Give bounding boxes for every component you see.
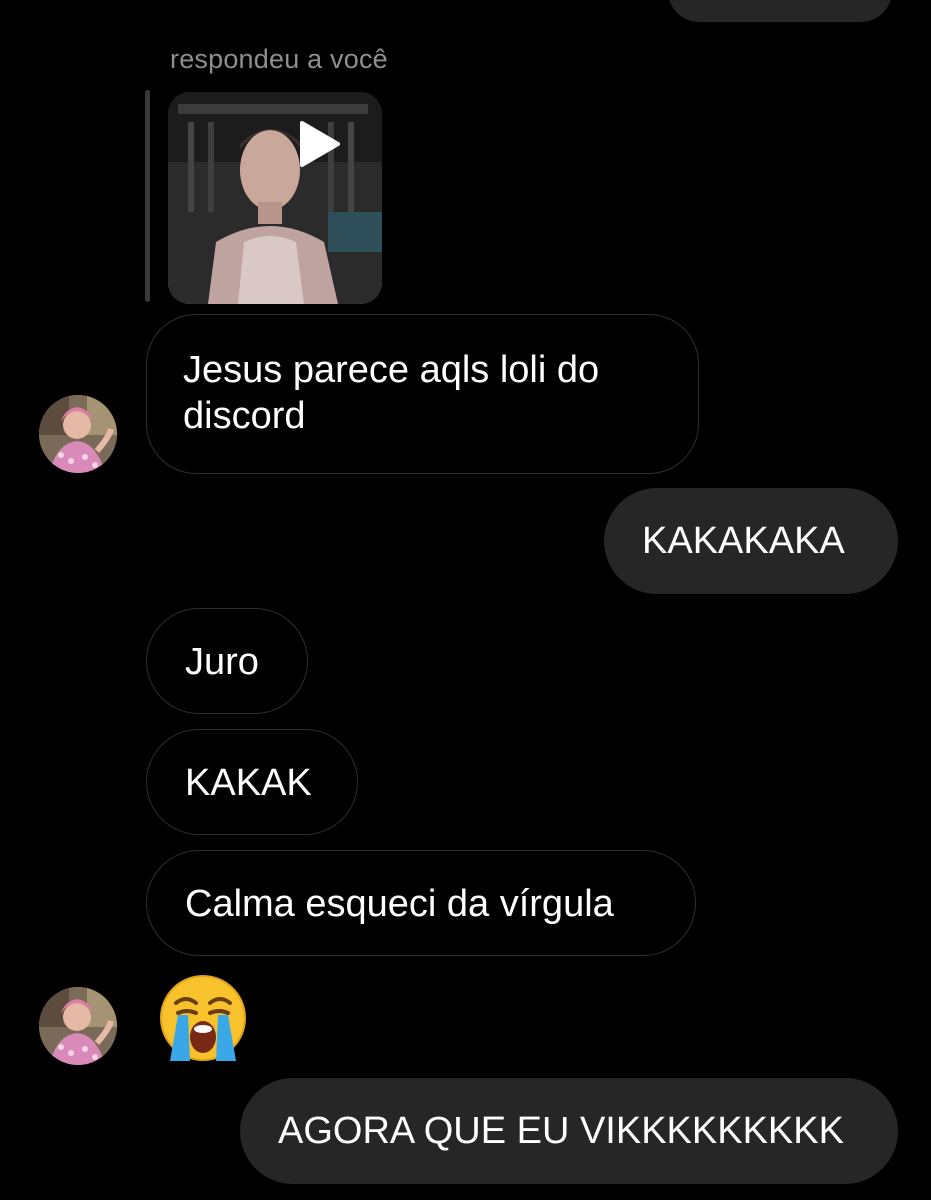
previous-message-bubble[interactable] <box>668 0 892 22</box>
avatar-image <box>39 395 117 473</box>
incoming-message-bubble[interactable]: Calma esqueci da vírgula <box>146 850 696 956</box>
reply-indicator-bar <box>145 90 150 302</box>
avatar[interactable] <box>39 395 117 473</box>
message-text: AGORA QUE EU VIKKKKKKKKK <box>278 1110 844 1152</box>
message-text: KAKAK <box>185 762 312 804</box>
incoming-message-bubble[interactable]: Juro <box>146 608 308 714</box>
reply-label: respondeu a você <box>170 44 388 74</box>
incoming-message-bubble[interactable]: Jesus parece aqls loli do discord <box>146 314 699 474</box>
outgoing-message-bubble[interactable]: KAKAKAKA <box>604 488 898 594</box>
play-icon[interactable] <box>298 120 342 168</box>
message-text: Jesus parece aqls loli do discord <box>183 349 600 437</box>
avatar[interactable] <box>39 987 117 1065</box>
replied-video-thumbnail[interactable] <box>168 92 382 304</box>
message-text: Juro <box>185 641 259 683</box>
avatar-image <box>39 987 117 1065</box>
message-text: Calma esqueci da vírgula <box>185 883 614 925</box>
outgoing-message-bubble[interactable]: AGORA QUE EU VIKKKKKKKKK <box>240 1078 898 1184</box>
video-preview-image <box>168 92 382 304</box>
incoming-message-bubble[interactable]: KAKAK <box>146 729 358 835</box>
loudly-crying-face-icon[interactable] <box>158 973 248 1063</box>
message-text: KAKAKAKA <box>642 520 845 562</box>
